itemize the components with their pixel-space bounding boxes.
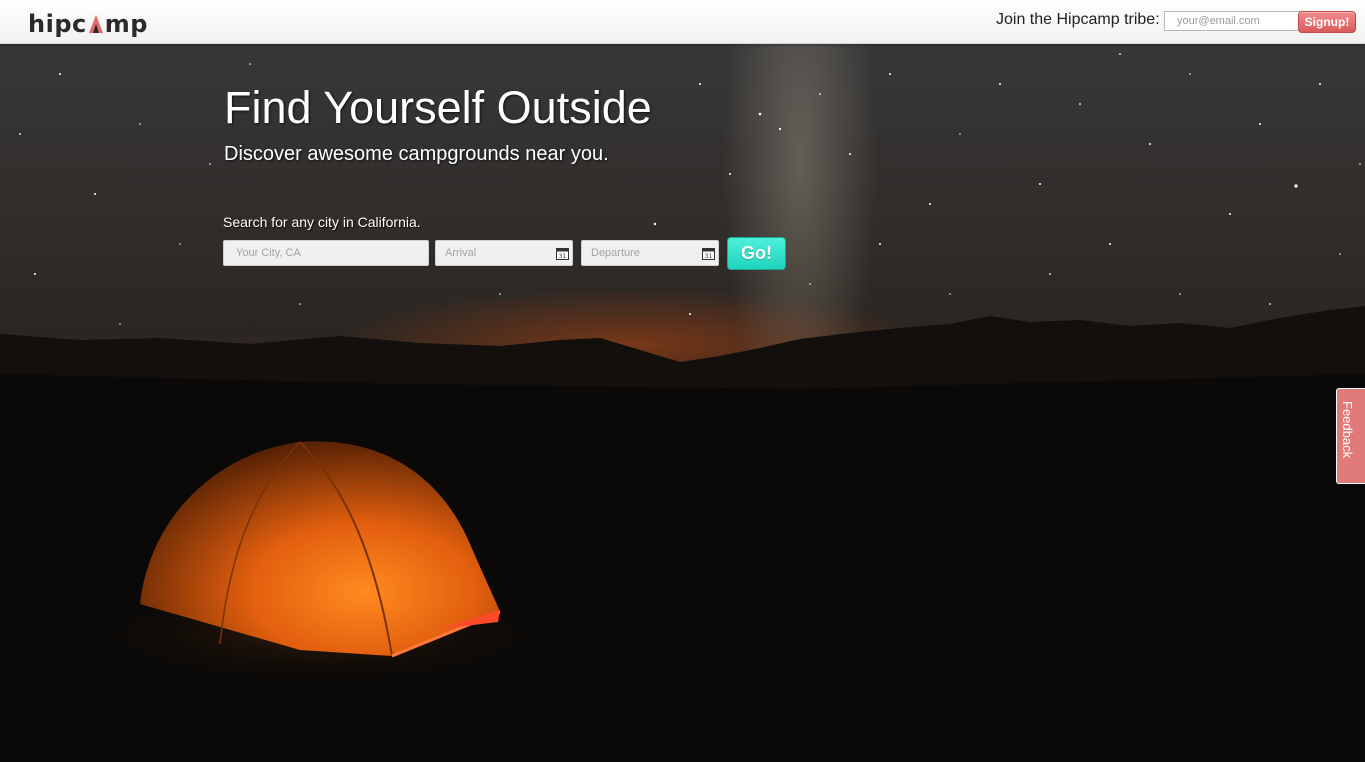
stars <box>19 53 1361 325</box>
calendar-day-text: 31 <box>559 253 567 260</box>
hero-headline: Find Yourself Outside <box>224 82 652 133</box>
hipcamp-logo[interactable]: hipc mp <box>28 6 148 38</box>
hero-subheadline: Discover awesome campgrounds near you. <box>224 143 609 165</box>
feedback-label: Feedback <box>1340 401 1355 459</box>
go-search-button[interactable]: Go! <box>727 237 786 270</box>
night-sky-background-image <box>0 53 1365 762</box>
tent-logo-icon <box>88 15 103 33</box>
arrival-date-input[interactable] <box>435 240 573 266</box>
tribe-label: Join the Hipcamp tribe: <box>996 11 1160 28</box>
city-search-input[interactable] <box>223 240 429 266</box>
search-label: Search for any city in California. <box>223 214 421 230</box>
departure-date-input[interactable] <box>581 240 719 266</box>
arrival-calendar-icon[interactable]: 31 <box>556 247 569 260</box>
logo-text-end: mp <box>104 10 148 38</box>
top-bar: hipc mp Join the Hipcamp tribe: Signup! <box>0 0 1365 44</box>
logo-text-start: hipc <box>28 10 87 38</box>
hero-section: Find Yourself Outside Discover awesome c… <box>0 44 1365 762</box>
signup-button[interactable]: Signup! <box>1298 11 1356 33</box>
email-signup-input[interactable] <box>1164 11 1306 31</box>
departure-calendar-icon[interactable]: 31 <box>702 247 715 260</box>
feedback-tab[interactable]: Feedback <box>1336 388 1365 484</box>
calendar-day-text: 31 <box>705 253 713 260</box>
